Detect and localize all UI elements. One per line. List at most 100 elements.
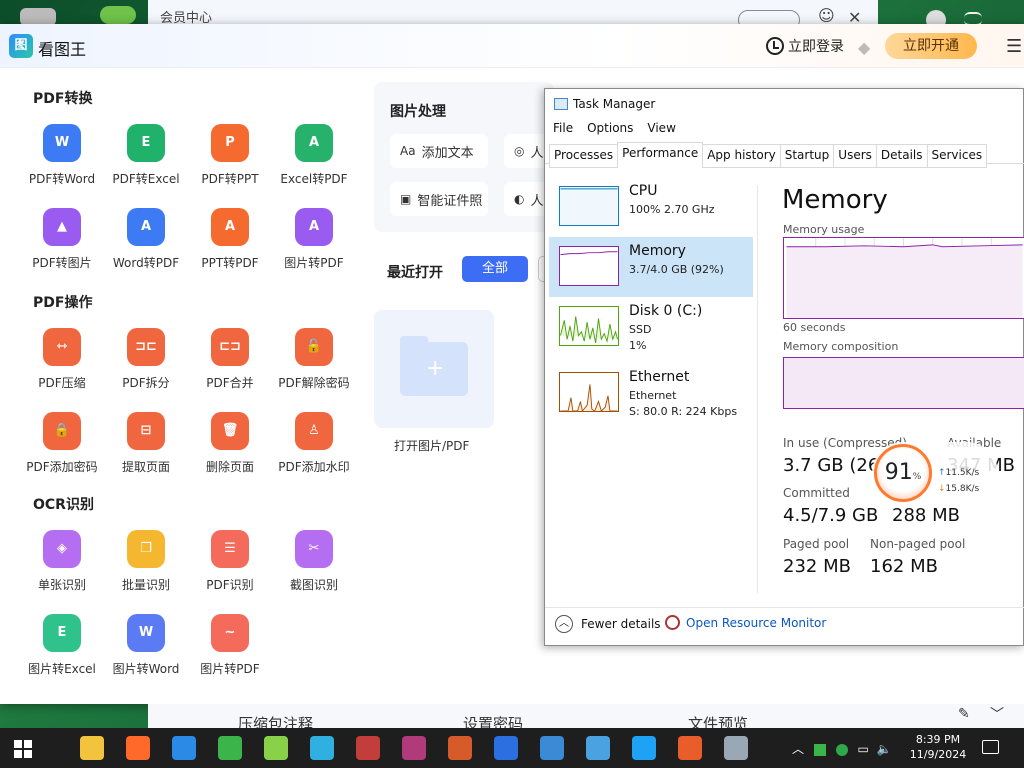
tab-startup[interactable]: Startup [779,144,835,168]
chat-icon[interactable]: ☺ [818,6,835,25]
menu-file[interactable]: File [553,121,573,135]
tool-extract-page[interactable]: ⊟ 提取页面 [104,412,188,482]
chevron-down-icon[interactable]: ﹀ [990,704,1004,724]
taskbar-clock[interactable]: 8:39 PM 11/9/2024 [906,732,970,762]
tool-split[interactable]: ⊐⊏ PDF拆分 [104,328,188,398]
tool-pdf-to-image[interactable]: ▲ PDF转图片 [20,208,104,278]
fewer-details-button[interactable]: ︿ Fewer details [555,615,661,633]
screen-icon[interactable] [540,736,564,760]
volume-icon[interactable]: 🔈 [877,742,892,756]
tray-people-icon[interactable] [835,743,848,756]
memory-usage-graph [783,237,1024,319]
tab-users[interactable]: Users [833,144,877,168]
tool-ppt-to-pdf[interactable]: A PPT转PDF [188,208,272,278]
image-viewer-icon[interactable] [310,736,334,760]
p-app-icon[interactable] [632,736,656,760]
tool-image-to-pdf[interactable]: A 图片转PDF [272,208,356,278]
tool-batch-ocr[interactable]: ❐ 批量识别 [104,530,188,600]
login-link[interactable]: 立即登录 [766,36,844,56]
notification-icon[interactable] [982,740,999,754]
toggle-icon: ◐ [514,192,525,206]
resource-ethernet[interactable]: Ethernet Ethernet S: 80.0 R: 224 Kbps [549,363,753,423]
tool-delete-page[interactable]: 🗑 删除页面 [188,412,272,482]
edge-icon[interactable] [172,736,196,760]
panel-divider [757,185,758,593]
tab-services[interactable]: Services [926,144,988,168]
add-text-chip[interactable]: Aa 添加文本 [390,134,488,168]
network-icon[interactable]: ▭ [858,742,869,756]
paged-pool-value: 232 MB [783,556,851,577]
tool-compress[interactable]: ⇿ PDF压缩 [20,328,104,398]
resource-cpu[interactable]: CPU 100% 2.70 GHz [549,177,753,237]
image-to-pdf-icon: A [295,208,333,246]
memory-percent-ball[interactable]: 91% [874,444,932,502]
shield-icon[interactable] [494,736,518,760]
pdf-to-image-icon: ▲ [43,208,81,246]
diamond-icon[interactable]: ◆ [858,38,870,57]
tool-word-to-pdf[interactable]: A Word转PDF [104,208,188,278]
network-speed-widget[interactable]: 91% 11.5K/s 15.8K/s [872,442,998,504]
menu-options[interactable]: Options [587,121,633,135]
resource-name: Memory [629,243,686,259]
id-photo-icon: ▣ [400,192,412,206]
unlock-icon: 🔓 [295,328,333,366]
all-filter-button[interactable]: 全部 [462,256,528,282]
non-paged-pool-label: Non-paged pool [870,537,966,551]
tool-pdf-to-excel[interactable]: E PDF转Excel [104,124,188,194]
menu-view[interactable]: View [647,121,675,135]
resource-memory[interactable]: Memory 3.7/4.0 GB (92%) [549,237,753,297]
open-resource-monitor-link[interactable]: Open Resource Monitor [665,615,826,630]
books-icon[interactable] [448,736,472,760]
id-photo-chip[interactable]: ▣ 智能证件照 [390,182,488,216]
tray-app-icon[interactable] [813,743,826,756]
file-explorer-icon[interactable] [80,736,104,760]
tool-lock[interactable]: 🔒 PDF添加密码 [20,412,104,482]
file-preview-item[interactable]: 文件预览 [688,713,748,728]
image-to-pdf-ocr-icon: ∼ [211,614,249,652]
tab-details[interactable]: Details [875,144,928,168]
tab-processes[interactable]: Processes [549,144,619,168]
resource-sub: Ethernet [629,389,677,402]
archive-icon[interactable] [356,736,380,760]
archive-comment-item[interactable]: 压缩包注释 [238,713,313,728]
tool-screenshot-ocr[interactable]: ✂ 截图识别 [272,530,356,600]
open-file-card[interactable]: + [374,310,494,428]
tab-performance[interactable]: Performance [617,142,704,166]
tray-expand-icon[interactable]: ︿ [792,742,804,756]
tool-excel-to-pdf[interactable]: A Excel转PDF [272,124,356,194]
system-tray: ︿ ▭ 🔈 [792,740,892,757]
tool-label: 图片转Excel [28,662,96,676]
windows-tiles-icon[interactable] [678,736,702,760]
screenshot-ocr-icon: ✂ [295,530,333,568]
memory-composition-bar [783,357,1024,409]
windows-start-icon[interactable] [14,740,32,758]
desktop-app-icon[interactable] [100,6,136,24]
tool-pdf-to-ppt[interactable]: P PDF转PPT [188,124,272,194]
edit-icon[interactable]: ✎ [958,706,970,722]
package-icon[interactable] [264,736,288,760]
open-vip-button[interactable]: 立即开通 [885,33,977,59]
tool-label: PDF转PPT [201,172,259,186]
tool-pdf-to-word[interactable]: W PDF转Word [20,124,104,194]
winrar-icon[interactable] [402,736,426,760]
firefox-icon[interactable] [126,736,150,760]
tool-image-to-excel[interactable]: E 图片转Excel [20,614,104,684]
tool-image-to-word[interactable]: W 图片转Word [104,614,188,684]
people-icon[interactable] [218,736,242,760]
clock-date: 11/9/2024 [909,748,967,761]
background-window-bottom: 压缩包注释 设置密码 文件预览 ✎ ﹀ [148,704,1024,728]
tool-pdf-ocr[interactable]: ☰ PDF识别 [188,530,272,600]
set-password-item[interactable]: 设置密码 [463,713,523,728]
tool-unlock[interactable]: 🔓 PDF解除密码 [272,328,356,398]
tool-single-ocr[interactable]: ◈ 单张识别 [20,530,104,600]
tool-image-to-pdf-ocr[interactable]: ∼ 图片转PDF [188,614,272,684]
tool-merge[interactable]: ⊏⊐ PDF合并 [188,328,272,398]
tab-app-history[interactable]: App history [702,144,781,168]
text-icon: Aa [400,144,416,158]
committed-value: 4.5/7.9 GB [783,505,879,526]
resource-disk[interactable]: Disk 0 (C:) SSD 1% [549,297,753,357]
tool-watermark[interactable]: ♙ PDF添加水印 [272,412,356,482]
task-manager-taskbar-icon[interactable] [724,736,748,760]
clipboard-icon[interactable] [586,736,610,760]
hamburger-menu-icon[interactable]: ☰ [1006,36,1022,57]
